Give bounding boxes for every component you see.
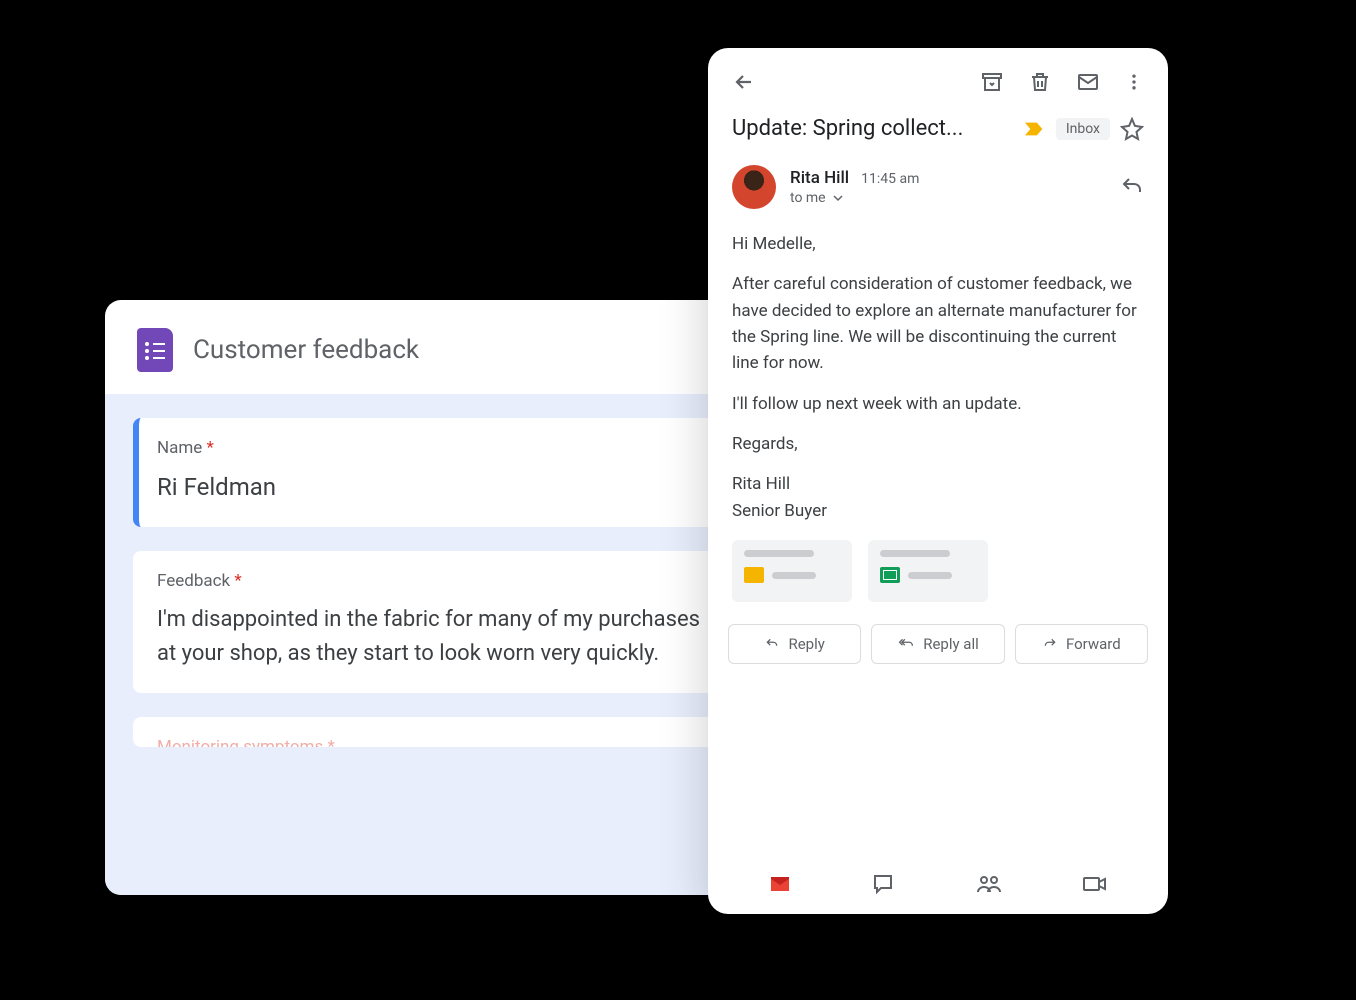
forms-header: Customer feedback xyxy=(105,300,770,394)
field-label-text: Name xyxy=(157,438,202,458)
sender-to[interactable]: to me xyxy=(790,190,1106,206)
sender-info: Rita Hill 11:45 am to me xyxy=(790,168,1106,206)
body-p1: After careful consideration of customer … xyxy=(732,271,1144,376)
subject-row: Update: Spring collect... Inbox xyxy=(708,110,1168,155)
email-body: Hi Medelle, After careful consideration … xyxy=(708,225,1168,534)
attachment-sheets[interactable] xyxy=(868,540,988,602)
important-marker-icon[interactable] xyxy=(1024,121,1046,137)
back-icon[interactable] xyxy=(732,70,756,94)
nav-chat-icon[interactable] xyxy=(869,872,897,896)
field-label-text: Feedback xyxy=(157,571,230,591)
nav-mail-icon[interactable] xyxy=(766,872,794,896)
body-signature: Rita Hill Senior Buyer xyxy=(732,471,1144,524)
sig-name: Rita Hill xyxy=(732,474,790,494)
attachment-meta-placeholder xyxy=(908,572,952,579)
email-subject: Update: Spring collect... xyxy=(732,116,1014,141)
sender-row: Rita Hill 11:45 am to me xyxy=(708,155,1168,225)
forward-label: Forward xyxy=(1066,635,1121,653)
field-label: Feedback * xyxy=(157,571,718,591)
body-p2: I'll follow up next week with an update. xyxy=(732,391,1144,417)
form-field-feedback[interactable]: Feedback * I'm disappointed in the fabri… xyxy=(133,551,742,693)
reply-button[interactable]: Reply xyxy=(728,624,861,664)
inbox-label[interactable]: Inbox xyxy=(1056,118,1110,140)
chevron-down-icon xyxy=(832,194,844,202)
attachments xyxy=(708,534,1168,616)
forms-icon xyxy=(137,328,173,372)
form-field-name[interactable]: Name * Ri Feldman xyxy=(133,418,742,527)
forms-title: Customer feedback xyxy=(193,335,419,365)
reply-all-label: Reply all xyxy=(923,635,979,653)
mail-icon[interactable] xyxy=(1076,70,1100,94)
required-asterisk: * xyxy=(234,571,241,591)
reply-icon[interactable] xyxy=(1120,175,1144,199)
body-greeting: Hi Medelle, xyxy=(732,231,1144,257)
attachment-title-placeholder xyxy=(744,550,814,557)
gmail-toolbar xyxy=(708,48,1168,110)
forward-arrow-icon xyxy=(1042,637,1058,651)
required-asterisk: * xyxy=(207,438,214,458)
sender-time: 11:45 am xyxy=(861,171,919,187)
star-icon[interactable] xyxy=(1120,117,1144,141)
slides-icon xyxy=(744,567,764,583)
delete-icon[interactable] xyxy=(1028,70,1052,94)
field-label-text: Monitoring symptoms xyxy=(157,737,323,747)
nav-meet-icon[interactable] xyxy=(1080,872,1110,896)
reply-all-button[interactable]: Reply all xyxy=(871,624,1004,664)
field-value[interactable]: I'm disappointed in the fabric for many … xyxy=(157,603,718,671)
field-label: Name * xyxy=(157,438,718,458)
sender-name: Rita Hill xyxy=(790,168,849,188)
bottom-nav xyxy=(708,858,1168,914)
body-closing: Regards, xyxy=(732,431,1144,457)
archive-icon[interactable] xyxy=(980,70,1004,94)
required-asterisk: * xyxy=(327,737,334,747)
nav-spaces-icon[interactable] xyxy=(973,872,1005,896)
field-value[interactable]: Ri Feldman xyxy=(157,470,718,505)
form-field-monitoring[interactable]: Monitoring symptoms * xyxy=(133,717,742,747)
sheets-icon xyxy=(880,567,900,583)
action-buttons: Reply Reply all Forward xyxy=(708,616,1168,680)
reply-label: Reply xyxy=(788,635,824,653)
avatar[interactable] xyxy=(732,165,776,209)
attachment-slides[interactable] xyxy=(732,540,852,602)
forms-body: Name * Ri Feldman Feedback * I'm disappo… xyxy=(105,394,770,895)
attachment-meta-placeholder xyxy=(772,572,816,579)
sender-to-text: to me xyxy=(790,190,826,206)
field-label: Monitoring symptoms * xyxy=(157,737,718,747)
forms-card: Customer feedback Name * Ri Feldman Feed… xyxy=(105,300,770,895)
more-icon[interactable] xyxy=(1124,70,1144,94)
reply-arrow-icon xyxy=(764,637,780,651)
gmail-card: Update: Spring collect... Inbox Rita Hil… xyxy=(708,48,1168,914)
sig-title: Senior Buyer xyxy=(732,501,827,521)
toolbar-actions xyxy=(980,70,1144,94)
forward-button[interactable]: Forward xyxy=(1015,624,1148,664)
attachment-title-placeholder xyxy=(880,550,950,557)
reply-all-arrow-icon xyxy=(897,637,915,651)
